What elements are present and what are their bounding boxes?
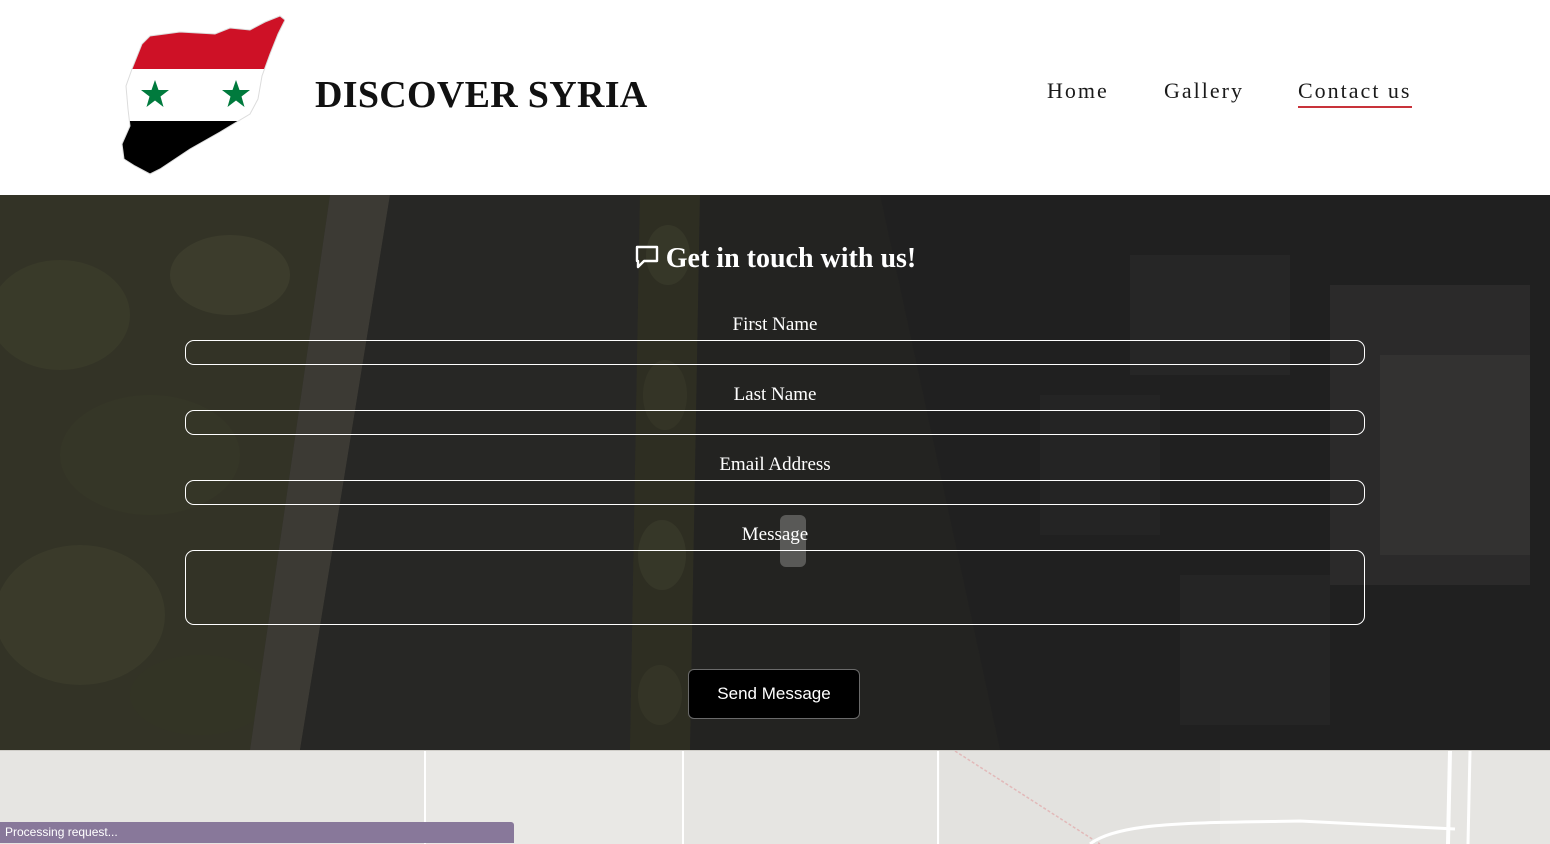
- nav-link-contact[interactable]: Contact us: [1298, 78, 1412, 108]
- email-input[interactable]: [185, 480, 1365, 505]
- form-title-text: Get in touch with us!: [665, 243, 917, 274]
- email-label: Email Address: [719, 454, 831, 475]
- last-name-label: Last Name: [733, 384, 817, 405]
- send-message-button[interactable]: Send Message: [688, 669, 860, 719]
- last-name-input[interactable]: [185, 410, 1365, 435]
- nav-link-gallery[interactable]: Gallery: [1164, 78, 1244, 106]
- first-name-input[interactable]: [185, 340, 1365, 365]
- chat-bubble-icon: [635, 245, 658, 269]
- main-nav: Home Gallery Contact us: [0, 78, 1550, 110]
- nav-link-home[interactable]: Home: [1047, 78, 1109, 106]
- status-bar: Processing request...: [0, 822, 514, 843]
- message-textarea[interactable]: [185, 550, 1365, 625]
- contact-section: Get in touch with us! First Name Last Na…: [0, 195, 1550, 750]
- form-title: Get in touch with us!: [0, 243, 1550, 275]
- site-header: DISCOVER SYRIA Home Gallery Contact us: [0, 0, 1550, 195]
- message-label: Message: [741, 524, 809, 545]
- first-name-label: First Name: [732, 314, 818, 335]
